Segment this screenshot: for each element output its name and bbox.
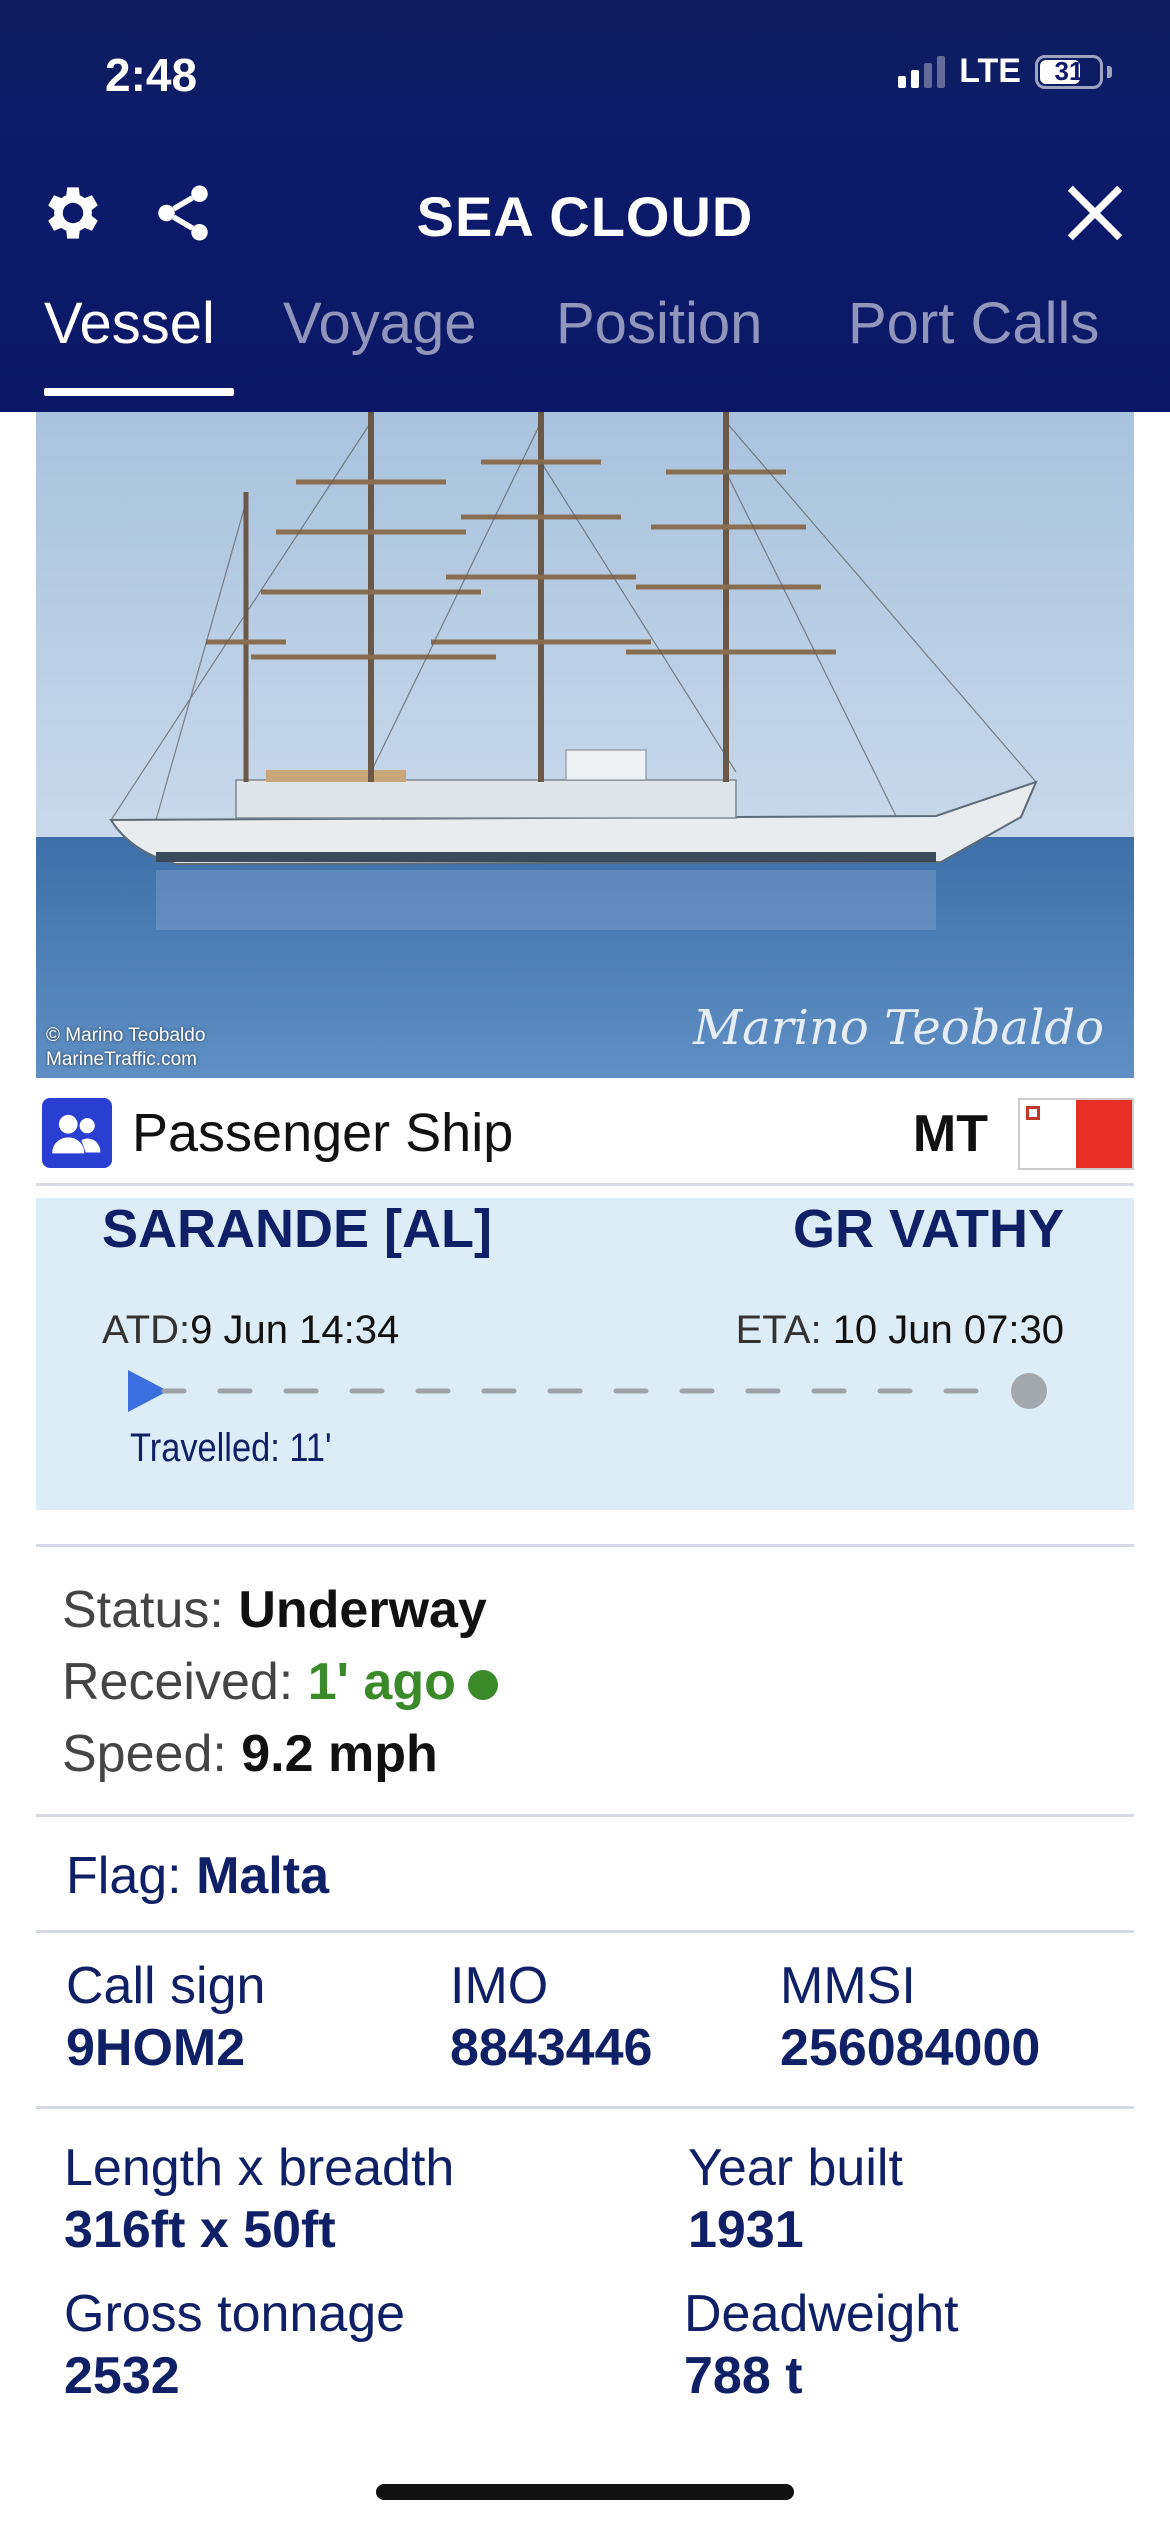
divider <box>36 1814 1134 1817</box>
destination-dot-icon <box>1011 1373 1047 1409</box>
imo-value: 8843446 <box>450 2019 653 2077</box>
gross-tonnage-label: Gross tonnage <box>64 2285 406 2343</box>
received-label: Received: <box>62 1653 294 1711</box>
mmsi-cell: MMSI 256084000 <box>780 1956 1040 2078</box>
tab-port-calls[interactable]: Port Calls <box>848 290 1099 357</box>
departure-port[interactable]: SARANDE [AL] <box>102 1198 492 1260</box>
deadweight-value: 788 t <box>684 2347 803 2405</box>
gross-tonnage-value: 2532 <box>64 2347 180 2405</box>
received-row: Received: 1' ago <box>62 1652 498 1712</box>
year-value: 1931 <box>688 2201 804 2259</box>
speed-value: 9.2 mph <box>241 1725 438 1783</box>
flag-code: MT <box>912 1105 988 1163</box>
close-icon <box>1067 185 1123 241</box>
battery-tip <box>1107 65 1112 78</box>
length-label: Length x breadth <box>64 2139 455 2197</box>
tab-voyage[interactable]: Voyage <box>283 290 477 357</box>
photo-credit-site: MarineTraffic.com <box>46 1049 197 1070</box>
flag-row: Flag: Malta <box>66 1846 329 1906</box>
vessel-type-row: Passenger Ship MT <box>36 1078 1134 1186</box>
photo-credit-author: © Marino Teobaldo <box>46 1025 206 1046</box>
speed-label: Speed: <box>62 1725 227 1783</box>
status-time: 2:48 <box>105 49 198 101</box>
travelled-time: Travelled: 11' <box>130 1426 332 1470</box>
app-header: 2:48 LTE 31 SEA CLOUD Vessel Voyage Posi… <box>0 0 1170 412</box>
signal-icon <box>898 55 946 88</box>
tab-position[interactable]: Position <box>556 290 762 357</box>
photo-credit: © Marino Teobaldo MarineTraffic.com <box>46 1024 205 1072</box>
tab-vessel[interactable]: Vessel <box>44 290 215 357</box>
callsign-value: 9HOM2 <box>66 2019 246 2077</box>
received-value: 1' ago <box>307 1653 456 1711</box>
voyage-progress <box>128 1370 1047 1412</box>
callsign-label: Call sign <box>66 1957 266 2015</box>
vessel-type: Passenger Ship <box>132 1103 514 1163</box>
gross-tonnage-cell: Gross tonnage 2532 <box>64 2284 405 2406</box>
mmsi-label: MMSI <box>780 1957 916 2015</box>
deadweight-cell: Deadweight 788 t <box>684 2284 959 2406</box>
network-type: LTE <box>959 52 1021 90</box>
close-button[interactable] <box>1062 180 1128 246</box>
length-cell: Length x breadth 316ft x 50ft <box>64 2138 454 2260</box>
malta-flag-icon <box>1018 1098 1134 1170</box>
callsign-cell: Call sign 9HOM2 <box>66 1956 265 2078</box>
eta-value: 10 Jun 07:30 <box>832 1308 1064 1352</box>
atd-value: 9 Jun 14:34 <box>190 1308 400 1352</box>
battery-icon: 31 <box>1035 54 1103 89</box>
status-label: Status: <box>62 1581 224 1639</box>
ship-image <box>36 412 1134 1078</box>
home-indicator[interactable] <box>376 2484 794 2500</box>
tab-bar: Vessel Voyage Position Port Calls <box>0 290 1170 370</box>
battery-level: 31 <box>1054 56 1084 86</box>
destination-port[interactable]: GR VATHY <box>793 1198 1064 1260</box>
status-indicators: LTE 31 <box>898 52 1112 91</box>
live-status-dot-icon <box>467 1670 498 1701</box>
atd-label: ATD: <box>102 1308 191 1352</box>
eta: ETA: 10 Jun 07:30 <box>736 1308 1064 1353</box>
divider <box>36 1544 1134 1547</box>
divider <box>36 2106 1134 2109</box>
active-tab-indicator <box>44 388 234 396</box>
atd: ATD:9 Jun 14:34 <box>102 1308 399 1353</box>
photographer-signature: Marino Teobaldo <box>692 1000 1104 1056</box>
year-cell: Year built 1931 <box>688 2138 903 2260</box>
year-label: Year built <box>688 2139 903 2197</box>
eta-label: ETA: <box>735 1308 822 1352</box>
vessel-title: SEA CLOUD <box>416 185 754 248</box>
mmsi-value: 256084000 <box>780 2019 1041 2077</box>
route-card[interactable]: SARANDE [AL] GR VATHY ATD:9 Jun 14:34 ET… <box>36 1198 1134 1510</box>
speed-row: Speed: 9.2 mph <box>62 1724 438 1784</box>
imo-cell: IMO 8843446 <box>450 1956 652 2078</box>
flag-value: Malta <box>196 1847 329 1905</box>
divider <box>36 1930 1134 1933</box>
deadweight-label: Deadweight <box>684 2285 959 2343</box>
passenger-icon <box>42 1098 112 1168</box>
imo-label: IMO <box>450 1957 549 2015</box>
flag-label: Flag: <box>66 1847 182 1905</box>
status-row: Status: Underway <box>62 1580 487 1640</box>
vessel-photo[interactable]: © Marino Teobaldo MarineTraffic.com Mari… <box>36 412 1134 1078</box>
length-value: 316ft x 50ft <box>64 2201 336 2259</box>
status-value: Underway <box>238 1581 487 1639</box>
